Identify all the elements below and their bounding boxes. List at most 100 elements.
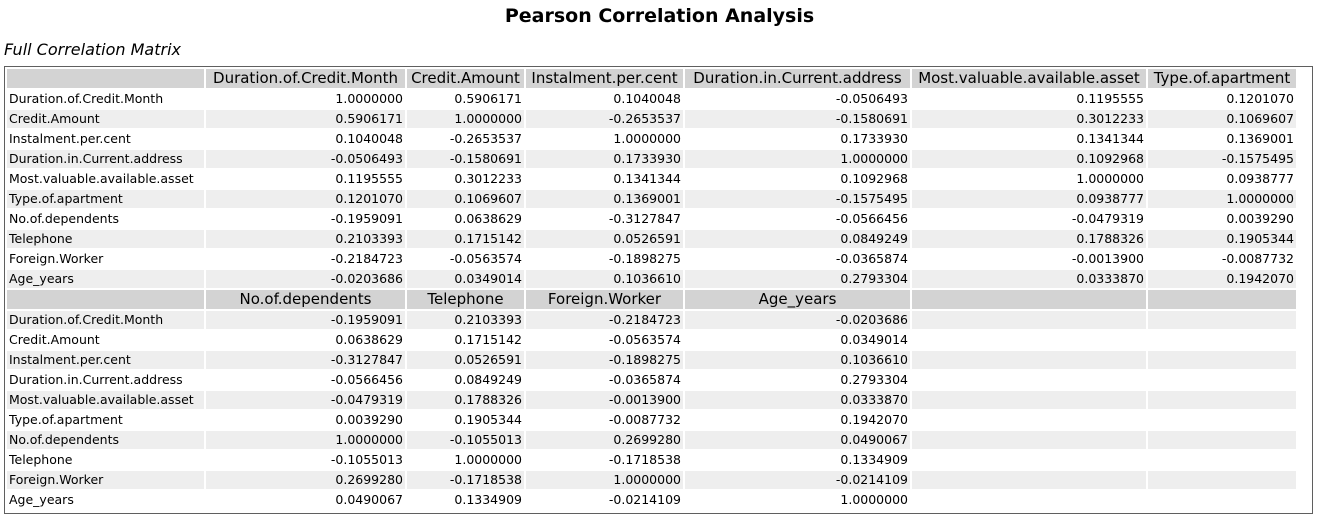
correlation-cell: 1.0000000 xyxy=(1148,190,1296,208)
correlation-cell: 0.1715142 xyxy=(407,331,524,349)
row-label: Duration.in.Current.address xyxy=(7,371,204,389)
column-header: Duration.in.Current.address xyxy=(685,69,910,88)
row-label: Duration.of.Credit.Month xyxy=(7,90,204,108)
correlation-cell: -0.3127847 xyxy=(206,351,405,369)
correlation-cell: 0.1195555 xyxy=(912,90,1146,108)
column-header: Foreign.Worker xyxy=(526,290,683,309)
table-row: No.of.dependents 1.0000000 -0.1055013 0.269… xyxy=(7,431,1296,449)
correlation-cell: -0.0563574 xyxy=(526,331,683,349)
correlation-cell: -0.1055013 xyxy=(206,451,405,469)
table-row: Type.of.apartment 0.1201070 0.1069607 0.136… xyxy=(7,190,1296,208)
correlation-cell xyxy=(912,351,1146,369)
correlation-cell: -0.1575495 xyxy=(1148,150,1296,168)
table-row: Most.valuable.available.asset 0.1195555 0.… xyxy=(7,170,1296,188)
row-label: Age_years xyxy=(7,270,204,288)
correlation-cell: 0.0849249 xyxy=(685,230,910,248)
correlation-cell: 0.1036610 xyxy=(685,351,910,369)
correlation-cell: -0.2184723 xyxy=(526,311,683,329)
correlation-cell xyxy=(912,391,1146,409)
correlation-cell: 0.1092968 xyxy=(912,150,1146,168)
correlation-cell: 0.0490067 xyxy=(206,491,405,509)
table-row: Age_years -0.0203686 0.0349014 0.1036610 0.2… xyxy=(7,270,1296,288)
column-header: Credit.Amount xyxy=(407,69,524,88)
correlation-cell: 0.1369001 xyxy=(1148,130,1296,148)
table-row: Foreign.Worker -0.2184723 -0.0563574 -0.189… xyxy=(7,250,1296,268)
correlation-cell: 0.0333870 xyxy=(685,391,910,409)
correlation-cell: -0.0203686 xyxy=(206,270,405,288)
correlation-cell: 0.1341344 xyxy=(912,130,1146,148)
table-row: Age_years 0.0490067 0.1334909 -0.0214109 1.0… xyxy=(7,491,1296,509)
table-row: Type.of.apartment 0.0039290 0.1905344 -0.00… xyxy=(7,411,1296,429)
row-label: Age_years xyxy=(7,491,204,509)
correlation-cell: -0.0087732 xyxy=(1148,250,1296,268)
correlation-cell: 1.0000000 xyxy=(407,451,524,469)
correlation-cell: -0.1959091 xyxy=(206,210,405,228)
correlation-cell: 0.3012233 xyxy=(407,170,524,188)
correlation-cell: 1.0000000 xyxy=(912,170,1146,188)
correlation-cell: -0.2184723 xyxy=(206,250,405,268)
correlation-cell: 0.2793304 xyxy=(685,371,910,389)
correlation-cell: 0.1905344 xyxy=(1148,230,1296,248)
correlation-cell xyxy=(912,411,1146,429)
column-header: Telephone xyxy=(407,290,524,309)
table-row: Telephone 0.2103393 0.1715142 0.0526591 0.08… xyxy=(7,230,1296,248)
correlation-cell: 0.1715142 xyxy=(407,230,524,248)
correlation-cell: -0.2653537 xyxy=(526,110,683,128)
correlation-cell: 0.1905344 xyxy=(407,411,524,429)
row-label: Duration.of.Credit.Month xyxy=(7,311,204,329)
correlation-cell: -0.1575495 xyxy=(685,190,910,208)
table-row: Instalment.per.cent 0.1040048 -0.2653537 1.… xyxy=(7,130,1296,148)
correlation-cell: 0.0039290 xyxy=(1148,210,1296,228)
correlation-cell: 1.0000000 xyxy=(206,90,405,108)
row-label: No.of.dependents xyxy=(7,210,204,228)
correlation-matrix-frame: Duration.of.Credit.Month Credit.Amount Ins… xyxy=(4,66,1313,514)
correlation-cell: 0.1040048 xyxy=(206,130,405,148)
correlation-cell: 0.0349014 xyxy=(685,331,910,349)
correlation-cell xyxy=(1148,491,1296,509)
row-label: Instalment.per.cent xyxy=(7,351,204,369)
correlation-cell: -0.0479319 xyxy=(206,391,405,409)
correlation-cell: 0.2103393 xyxy=(206,230,405,248)
correlation-cell: 0.3012233 xyxy=(912,110,1146,128)
correlation-cell xyxy=(1148,311,1296,329)
correlation-cell: 0.0349014 xyxy=(407,270,524,288)
row-label: Most.valuable.available.asset xyxy=(7,170,204,188)
correlation-cell: 0.1788326 xyxy=(912,230,1146,248)
correlation-cell: 0.0638629 xyxy=(407,210,524,228)
table-row: Duration.of.Credit.Month -0.1959091 0.2103… xyxy=(7,311,1296,329)
correlation-cell xyxy=(1148,351,1296,369)
correlation-cell: -0.2653537 xyxy=(407,130,524,148)
correlation-cell: 0.2699280 xyxy=(526,431,683,449)
correlation-cell: 0.0526591 xyxy=(407,351,524,369)
table-row: Telephone -0.1055013 1.0000000 -0.1718538 0.… xyxy=(7,451,1296,469)
table-row: Credit.Amount 0.5906171 1.0000000 -0.265353… xyxy=(7,110,1296,128)
correlation-cell: 0.1341344 xyxy=(526,170,683,188)
correlation-cell: -0.0013900 xyxy=(526,391,683,409)
row-label: Telephone xyxy=(7,451,204,469)
correlation-cell xyxy=(1148,471,1296,489)
row-label: Type.of.apartment xyxy=(7,190,204,208)
correlation-cell: 0.2793304 xyxy=(685,270,910,288)
correlation-cell: 0.5906171 xyxy=(206,110,405,128)
correlation-cell: -0.0563574 xyxy=(407,250,524,268)
correlation-cell xyxy=(912,471,1146,489)
table-row: Most.valuable.available.asset -0.0479319 0… xyxy=(7,391,1296,409)
correlation-cell: 1.0000000 xyxy=(206,431,405,449)
correlation-cell: -0.0214109 xyxy=(526,491,683,509)
correlation-cell: 0.1092968 xyxy=(685,170,910,188)
correlation-cell: -0.3127847 xyxy=(526,210,683,228)
row-label: Instalment.per.cent xyxy=(7,130,204,148)
correlation-cell: -0.0203686 xyxy=(685,311,910,329)
row-label: Duration.in.Current.address xyxy=(7,150,204,168)
correlation-cell xyxy=(912,311,1146,329)
correlation-cell: 0.1069607 xyxy=(407,190,524,208)
column-header xyxy=(1148,290,1296,309)
column-header: Duration.of.Credit.Month xyxy=(206,69,405,88)
correlation-cell: 0.0849249 xyxy=(407,371,524,389)
correlation-cell: -0.1055013 xyxy=(407,431,524,449)
correlation-cell: -0.1898275 xyxy=(526,250,683,268)
correlation-cell: -0.0506493 xyxy=(206,150,405,168)
correlation-cell xyxy=(912,451,1146,469)
matrix-header-row: Duration.of.Credit.Month Credit.Amount Ins… xyxy=(7,69,1296,88)
column-header xyxy=(7,69,204,88)
